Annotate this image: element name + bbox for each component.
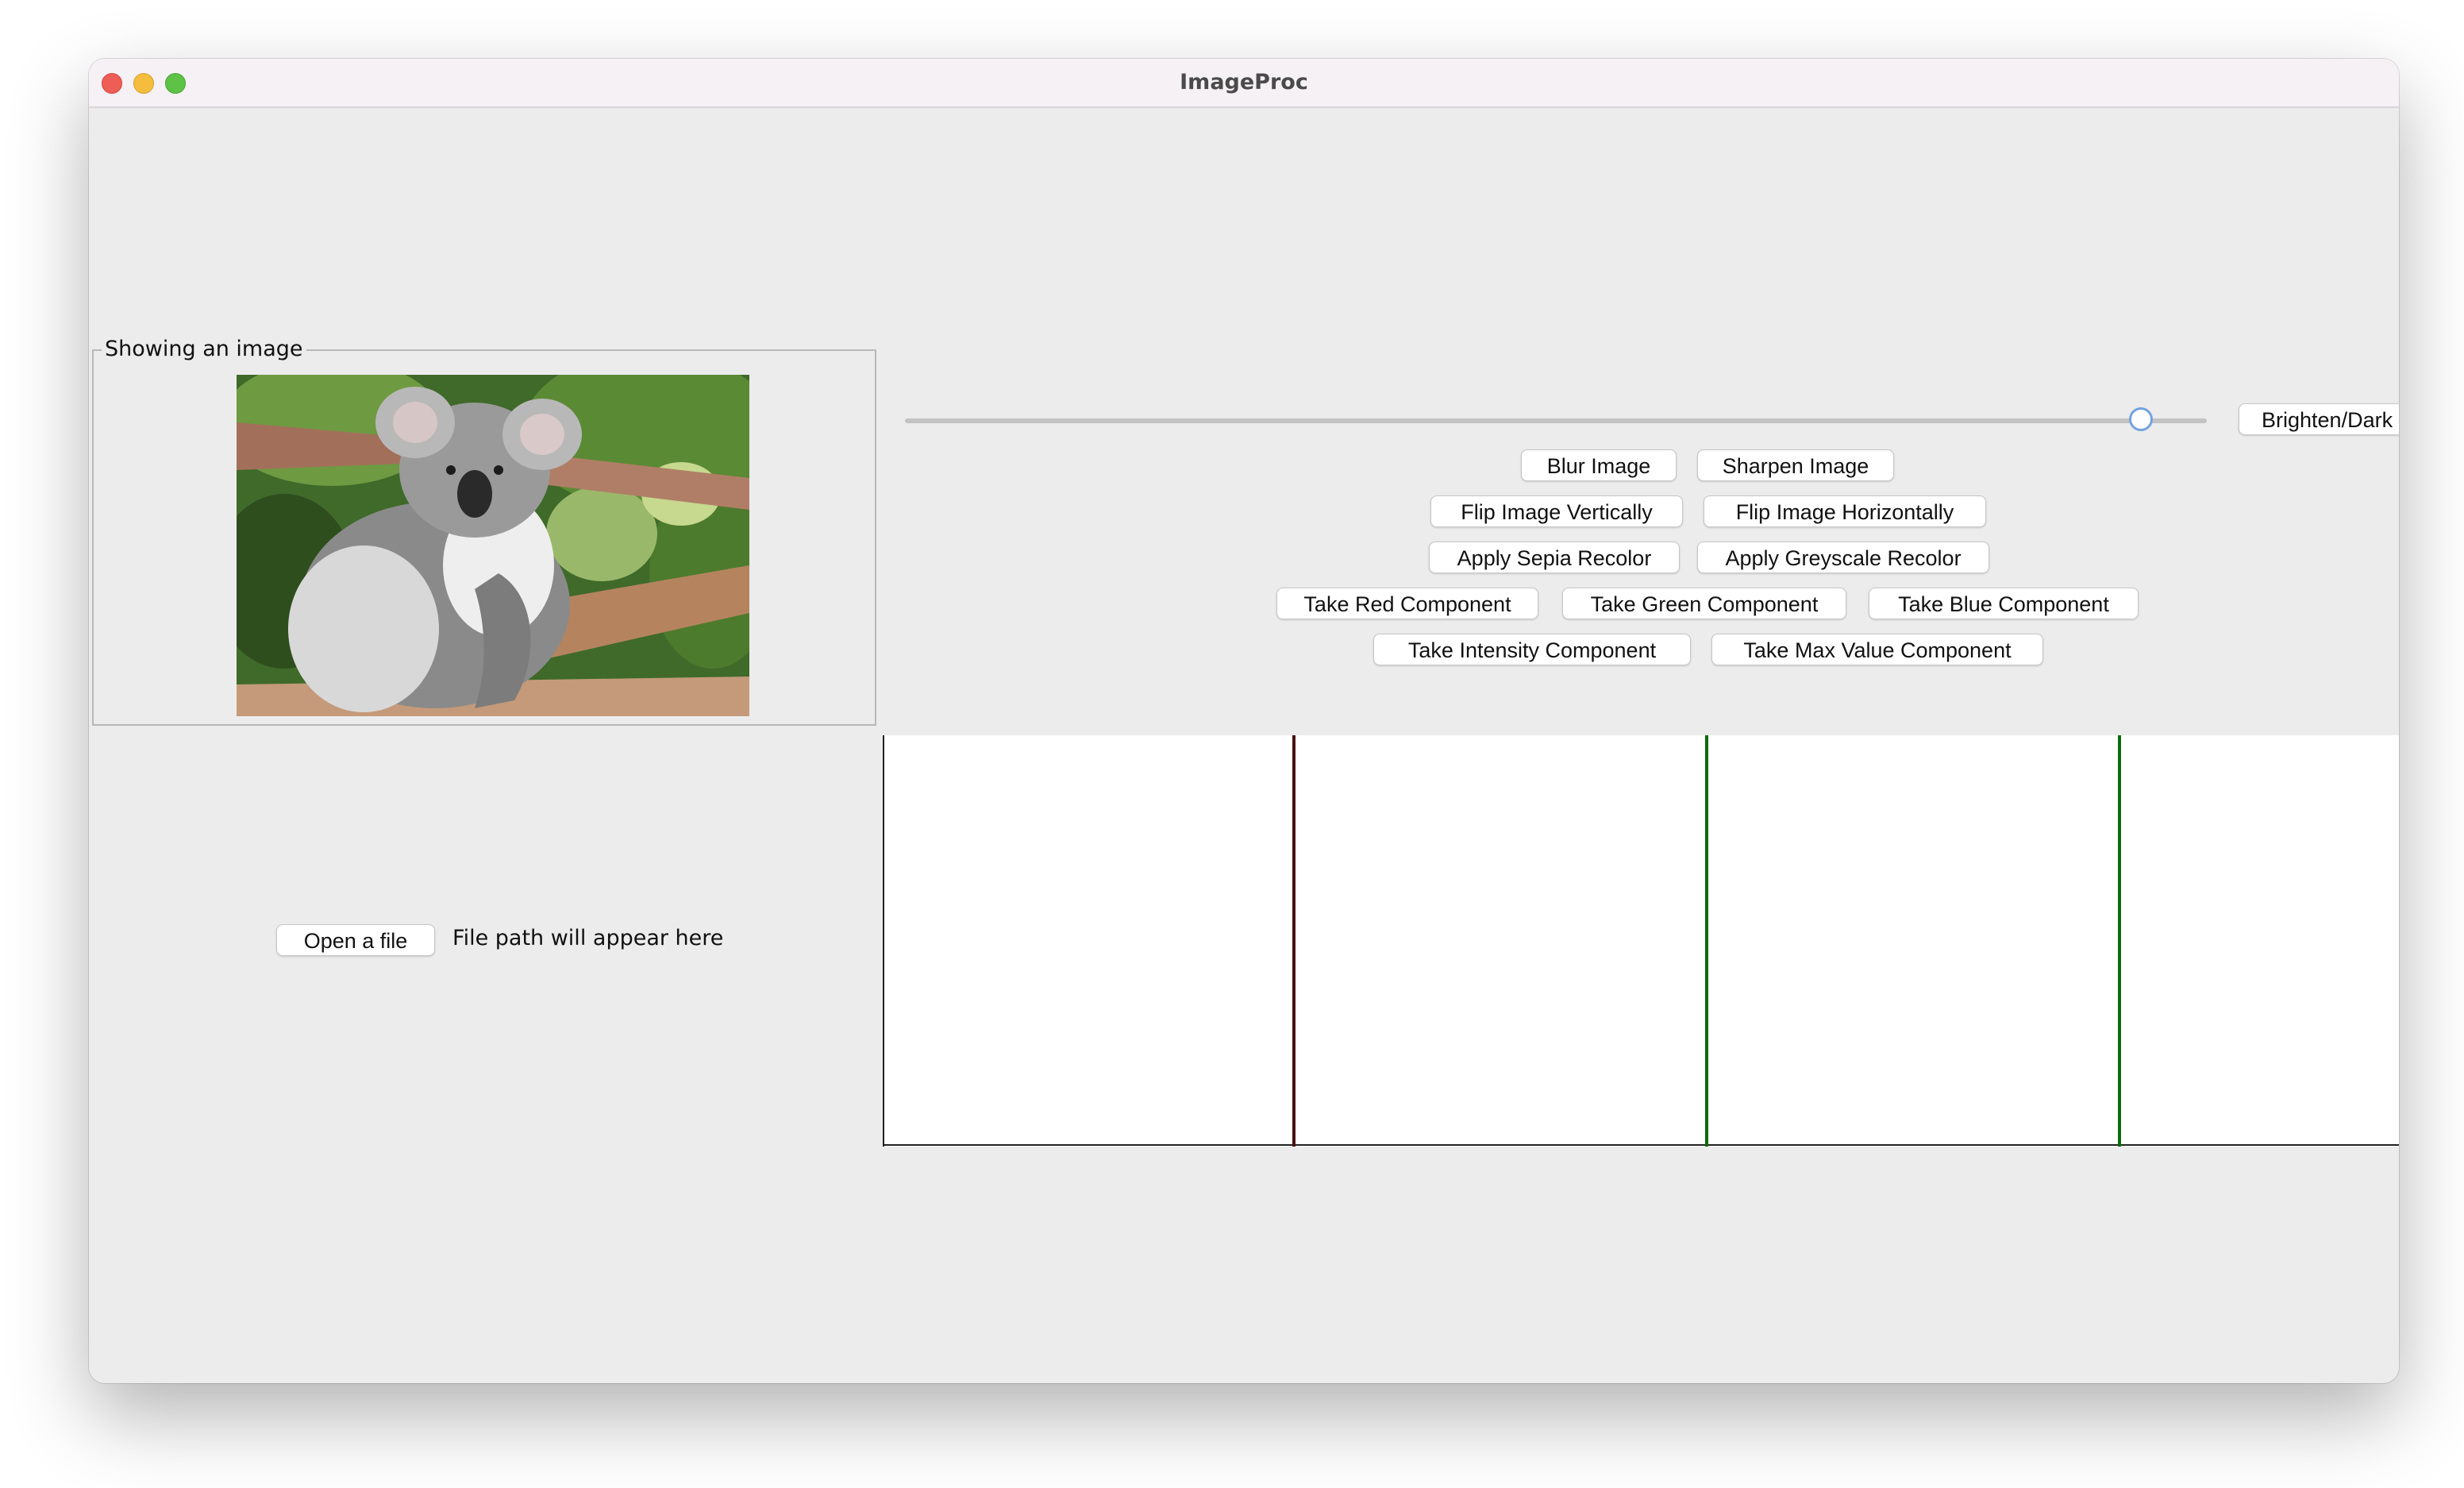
koala-image (237, 375, 749, 716)
window-title: ImageProc (1180, 70, 1308, 94)
red-component-button[interactable]: Take Red Component (1276, 588, 1538, 619)
blue-component-button[interactable]: Take Blue Component (1869, 588, 2139, 619)
sharpen-image-button[interactable]: Sharpen Image (1697, 449, 1894, 481)
histogram-canvas (883, 735, 2399, 1147)
intensity-component-button[interactable]: Take Intensity Component (1373, 634, 1691, 665)
max-value-component-button[interactable]: Take Max Value Component (1711, 634, 2043, 665)
greyscale-recolor-button[interactable]: Apply Greyscale Recolor (1697, 542, 1989, 573)
brightness-slider-track[interactable] (905, 418, 2207, 423)
flip-horizontal-button[interactable]: Flip Image Horizontally (1704, 495, 1986, 527)
blur-image-button[interactable]: Blur Image (1521, 449, 1677, 481)
imageproc-window: ImageProc Showing an image Brighten/Dark… (89, 59, 2399, 1383)
image-panel-label: Showing an image (102, 337, 306, 361)
brightness-slider-thumb[interactable] (2129, 407, 2153, 431)
flip-vertical-button[interactable]: Flip Image Vertically (1430, 495, 1683, 527)
open-file-button[interactable]: Open a file (276, 924, 435, 956)
green-component-button[interactable]: Take Green Component (1562, 588, 1846, 619)
sepia-recolor-button[interactable]: Apply Sepia Recolor (1429, 542, 1680, 573)
file-path-label: File path will appear here (452, 926, 724, 950)
brighten-darken-button[interactable]: Brighten/Dark (2239, 403, 2399, 435)
title-bar: ImageProc (89, 59, 2399, 108)
